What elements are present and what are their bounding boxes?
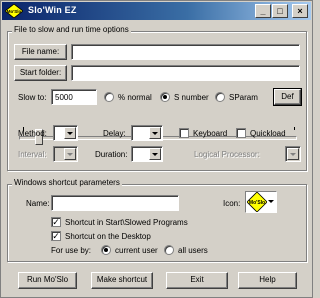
duration-label: Duration: <box>95 150 128 159</box>
chevron-down-icon[interactable] <box>287 148 299 160</box>
logical-processor-label: Logical Processor: <box>194 150 260 159</box>
maximize-button[interactable]: □ <box>272 4 288 18</box>
shortcut-group-label: Windows shortcut parameters <box>12 178 122 187</box>
minimize-button[interactable]: _ <box>255 4 271 18</box>
title-bar[interactable]: Mo'Slo Slo'Win EZ _ □ × <box>2 2 311 20</box>
app-window: Mo'Slo Slo'Win EZ _ □ × File to slow and… <box>0 0 313 298</box>
exit-button[interactable]: Exit <box>166 272 228 289</box>
help-button[interactable]: Help <box>238 272 297 289</box>
file-name-input[interactable] <box>71 44 300 60</box>
def-button[interactable]: Def <box>273 88 302 106</box>
icon-picker-text: Mo'Slo <box>249 200 265 206</box>
chevron-down-icon[interactable] <box>149 127 161 139</box>
logical-processor-select[interactable] <box>285 146 301 162</box>
start-folder-input[interactable] <box>71 65 300 81</box>
duration-select[interactable] <box>131 146 163 162</box>
interval-label: Interval: <box>18 150 47 159</box>
radio-s-number[interactable] <box>160 92 170 102</box>
delay-select[interactable] <box>131 125 163 141</box>
slider-tick <box>294 127 295 130</box>
run-moslo-button[interactable]: Run Mo'Slo <box>18 272 77 289</box>
desktop-shortcut-label: Shortcut on the Desktop <box>65 232 151 241</box>
desktop-shortcut-checkbox[interactable]: ✓ <box>51 231 61 241</box>
run-options-group-label: File to slow and run time options <box>12 25 131 34</box>
chevron-down-icon[interactable] <box>64 127 76 139</box>
radio-s-number-label: S number <box>174 93 209 102</box>
delay-label: Delay: <box>103 129 126 138</box>
radio-all-users[interactable] <box>164 245 174 255</box>
quickload-label: Quickload <box>250 129 286 138</box>
interval-select[interactable] <box>53 146 78 162</box>
slow-to-label: Slow to: <box>18 93 47 102</box>
radio-current-user-label: current user <box>115 246 158 255</box>
icon-label: Icon: <box>223 199 241 208</box>
start-folder-button[interactable]: Start folder: <box>14 65 67 81</box>
slow-to-input[interactable]: 5000 <box>51 89 97 105</box>
method-select[interactable] <box>53 125 78 141</box>
keyboard-label: Keyboard <box>193 129 228 138</box>
chevron-down-icon[interactable] <box>149 148 161 160</box>
shortcut-name-label: Name: <box>26 199 50 208</box>
radio-sparam-label: SParam <box>229 93 258 102</box>
start-menu-shortcut-checkbox[interactable]: ✓ <box>51 217 61 227</box>
radio-sparam[interactable] <box>215 92 225 102</box>
keyboard-checkbox[interactable] <box>179 128 189 138</box>
quickload-checkbox[interactable] <box>236 128 246 138</box>
chevron-down-icon[interactable] <box>268 200 274 203</box>
window-title: Slo'Win EZ <box>28 5 77 15</box>
radio-percent-normal[interactable] <box>104 92 114 102</box>
moslo-icon: Mo'Slo <box>247 192 267 212</box>
radio-current-user[interactable] <box>101 245 111 255</box>
make-shortcut-button[interactable]: Make shortcut <box>91 272 153 289</box>
title-logo-text: Mo'Slo <box>7 9 22 14</box>
app-logo-icon: Mo'Slo <box>5 4 23 18</box>
file-name-button[interactable]: File name: <box>14 44 67 60</box>
radio-percent-normal-label: % normal <box>118 93 152 102</box>
chevron-down-icon[interactable] <box>64 148 76 160</box>
for-use-by-label: For use by: <box>51 246 92 255</box>
close-button[interactable]: × <box>292 4 308 18</box>
shortcut-name-input[interactable] <box>51 195 179 211</box>
method-label: Method: <box>18 129 47 138</box>
radio-all-users-label: all users <box>178 246 208 255</box>
start-menu-shortcut-label: Shortcut in Start\Slowed Programs <box>65 218 188 227</box>
icon-picker[interactable]: Mo'Slo <box>245 191 277 213</box>
